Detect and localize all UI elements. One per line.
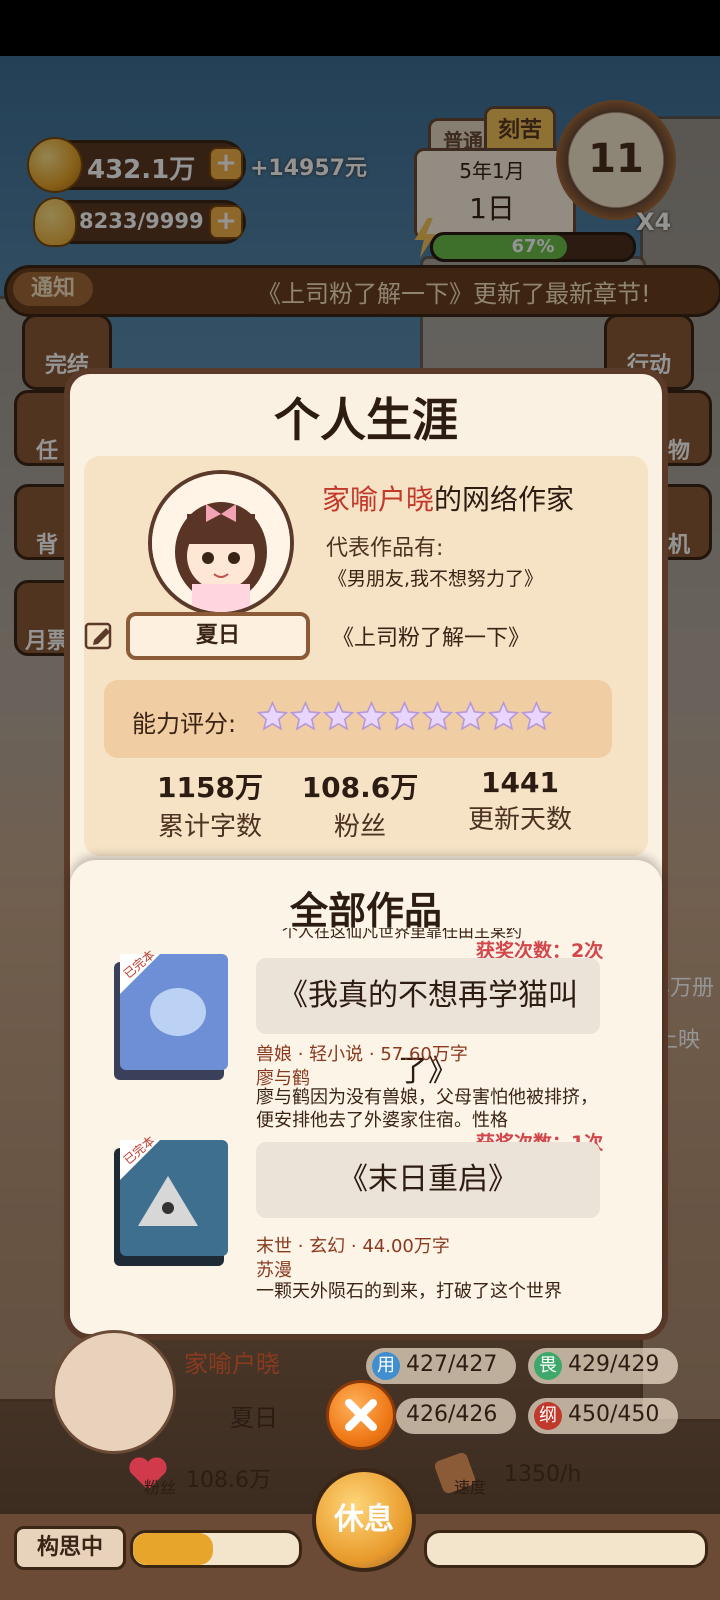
stat-pill-3-value: 426/426 [406, 1402, 498, 1427]
stat-pill-2: 畏 429/429 [528, 1348, 678, 1384]
stat-days-value: 1441 [481, 766, 559, 799]
works-title: 全部作品 [289, 889, 442, 933]
rating-bar: 能力评分: [104, 680, 612, 758]
book-cover-icon: 已完本 [114, 1133, 228, 1266]
status-tag: 构思中 [14, 1526, 126, 1570]
work-meta: 兽娘 · 轻小说 · 57.60万字 [256, 1044, 468, 1065]
stat-pill-3: 426/426 [396, 1398, 516, 1434]
stat-pill-2-value: 429/429 [568, 1352, 660, 1377]
rating-star-icon [487, 700, 520, 731]
speed-label: 速度 [454, 1478, 487, 1497]
player-name-field[interactable]: 夏日 [126, 612, 310, 660]
rating-label: 能力评分: [132, 710, 237, 738]
stat-days: 1441 更新天数 [450, 766, 590, 836]
stat-words: 1158万 累计字数 [140, 766, 280, 843]
speed-value: 1350/h [504, 1462, 582, 1487]
rating-star-icon [388, 700, 421, 731]
avatar-image [152, 474, 290, 612]
work-title: 《我真的不想再学猫叫了》 [278, 978, 578, 1089]
stat-pill-1-icon: 用 [372, 1352, 400, 1380]
stat-pill-4-icon: 纲 [534, 1402, 562, 1430]
close-button[interactable] [326, 1380, 396, 1450]
stat-fans-value: 108.6万 [301, 771, 419, 804]
career-modal: 个人生涯 夏日 家喻户晓的网络作家 代表作品有: 《男朋友,我不想努力了》 《上… [64, 368, 668, 1340]
work-protagonist: 苏漫 [256, 1260, 292, 1281]
rating-star-icon [289, 700, 322, 731]
work-item[interactable]: 已完本 获奖次数：2次 《我真的不想再学猫叫了》 兽娘 · 轻小说 · 57.6… [70, 936, 662, 1131]
stat-pill-1: 用 427/427 [366, 1348, 516, 1384]
book-cover-icon: 已完本 [114, 947, 228, 1080]
work-desc: 一颗天外陨石的到来，打破了这个世界 [256, 1281, 562, 1302]
stat-pill-4-value: 450/450 [568, 1402, 660, 1427]
writing-progress-bar [130, 1530, 302, 1568]
fans-value: 108.6万 [186, 1468, 271, 1493]
stat-fans: 108.6万 粉丝 [290, 766, 430, 843]
work-desc: 廖与鹤因为没有兽娘，父母害怕他被排挤，便安排他去了外婆家住宿。性格 [256, 1087, 598, 1131]
stat-words-value: 1158万 [157, 771, 263, 804]
rep-works-label: 代表作品有: [326, 536, 444, 561]
stat-pill-2-icon: 畏 [534, 1352, 562, 1380]
rest-button[interactable]: 休息 [312, 1468, 416, 1572]
work-meta: 末世 · 玄幻 · 44.00万字 [256, 1236, 450, 1257]
works-panel: 全部作品 个人在这仙凡世界里靠任由主某约 已完本 获奖次数：2次 《我真的不想再… [70, 860, 662, 1334]
rating-star-icon [520, 700, 553, 731]
stat-words-label: 累计字数 [157, 812, 262, 842]
rep-work-1: 《男朋友,我不想努力了》 [328, 568, 544, 590]
writing-progress-fill [133, 1533, 213, 1565]
player-name: 夏日 [195, 623, 240, 648]
stat-days-label: 更新天数 [467, 805, 572, 835]
work-title: 《末日重启》 [338, 1162, 518, 1197]
work-item[interactable]: 已完本 获奖次数：1次 《末日重启》 末世 · 玄幻 · 44.00万字 苏漫 … [70, 1128, 662, 1308]
secondary-progress-bar [424, 1530, 708, 1568]
modal-title: 个人生涯 [274, 393, 458, 447]
bottom-name: 夏日 [230, 1404, 278, 1432]
fans-label: 粉丝 [144, 1478, 177, 1497]
rating-star-icon [355, 700, 388, 731]
stat-pill-1-value: 427/427 [406, 1352, 498, 1377]
rating-star-icon [421, 700, 454, 731]
edit-icon[interactable] [84, 620, 114, 650]
bottom-author-title: 家喻户晓 [184, 1350, 280, 1378]
work-title-box: 《末日重启》 [256, 1142, 600, 1218]
rating-stars [256, 700, 553, 736]
bottom-avatar [52, 1330, 176, 1454]
rep-work-2: 《上司粉了解一下》 [332, 626, 531, 651]
avatar [148, 470, 294, 616]
rest-button-label: 休息 [334, 1502, 394, 1537]
close-icon [345, 1399, 377, 1431]
stat-pill-4: 纲 450/450 [528, 1398, 678, 1434]
rating-star-icon [454, 700, 487, 731]
stat-fans-label: 粉丝 [333, 812, 386, 842]
status-bar [0, 0, 720, 56]
author-rank-suffix: 的网络作家 [434, 483, 575, 516]
author-rank-title: 家喻户晓 [322, 483, 435, 516]
status-tag-label: 构思中 [36, 1535, 103, 1560]
author-rank: 家喻户晓的网络作家 [322, 478, 574, 518]
rating-star-icon [322, 700, 355, 731]
rating-star-icon [256, 700, 289, 731]
work-title-box: 《我真的不想再学猫叫了》 [256, 958, 600, 1089]
